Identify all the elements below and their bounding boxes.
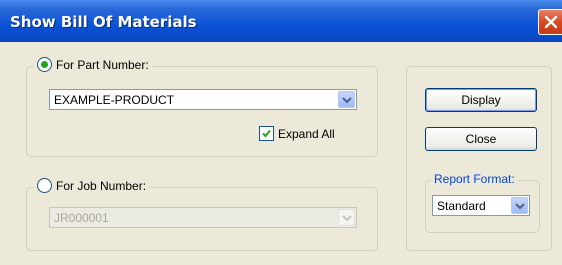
close-button[interactable]: Close <box>425 127 537 151</box>
chevron-down-icon <box>515 203 525 210</box>
chevron-down-icon <box>342 215 352 222</box>
report-format-dropdown-button[interactable] <box>511 197 528 214</box>
dialog-body: For Part Number: EXAMPLE-PRODUCT Expand … <box>0 42 562 265</box>
report-format-select[interactable]: Standard <box>432 195 530 216</box>
part-number-group <box>26 66 378 157</box>
window-close-button[interactable] <box>538 9 562 35</box>
job-number-radio-label: For Job Number: <box>56 179 147 193</box>
window-title: Show Bill Of Materials <box>10 13 197 31</box>
job-number-value: JR000001 <box>54 211 109 225</box>
part-number-select[interactable]: EXAMPLE-PRODUCT <box>49 89 357 110</box>
checkbox-box <box>259 126 274 141</box>
part-number-dropdown-button[interactable] <box>338 91 355 108</box>
chevron-down-icon <box>342 97 352 104</box>
job-number-radio[interactable]: For Job Number: <box>34 178 150 193</box>
expand-all-checkbox[interactable]: Expand All <box>259 126 335 141</box>
expand-all-label: Expand All <box>278 127 335 141</box>
job-number-select: JR000001 <box>49 207 357 228</box>
job-number-dropdown-button <box>338 209 355 226</box>
part-number-radio-label: For Part Number: <box>56 58 149 72</box>
report-format-value: Standard <box>437 199 486 213</box>
close-icon <box>544 15 558 29</box>
report-format-label: Report Format: <box>431 172 518 186</box>
title-bar: Show Bill Of Materials <box>0 0 562 42</box>
radio-selected-icon <box>37 57 52 72</box>
part-number-value: EXAMPLE-PRODUCT <box>54 93 175 107</box>
checkmark-icon <box>262 129 271 138</box>
display-button[interactable]: Display <box>425 88 537 112</box>
radio-unselected-icon <box>37 178 52 193</box>
part-number-radio[interactable]: For Part Number: <box>34 57 152 72</box>
